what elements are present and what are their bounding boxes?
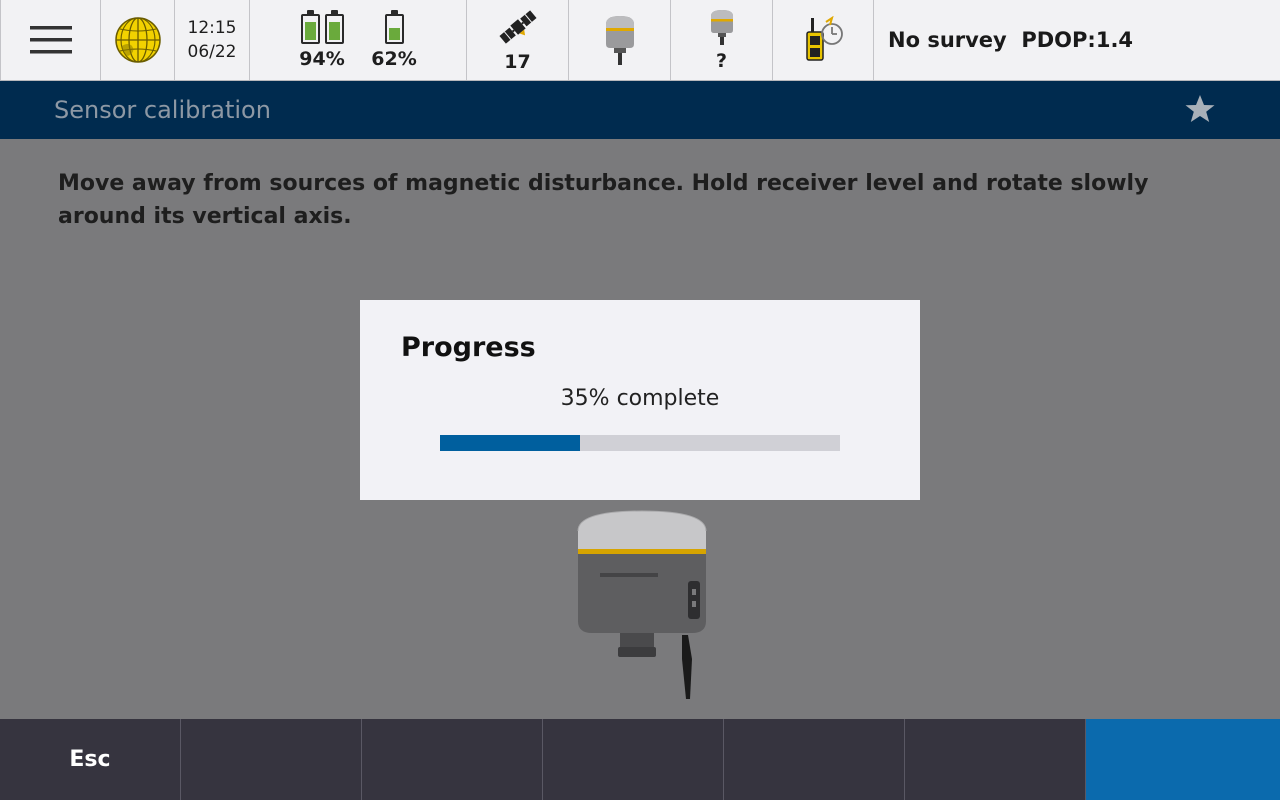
receiver2-button[interactable]: ? bbox=[671, 0, 773, 80]
menu-button[interactable] bbox=[0, 0, 101, 80]
status-bar: 12:15 06/22 94% 62% 17 ? No survey PDOP:… bbox=[0, 0, 1280, 81]
softkey-4[interactable] bbox=[543, 719, 724, 800]
softkey-bar: Esc bbox=[0, 719, 1280, 800]
battery-icon bbox=[300, 10, 320, 44]
satellite-icon bbox=[498, 10, 537, 44]
gnss-receiver-icon bbox=[710, 10, 733, 45]
battery-icon bbox=[324, 10, 344, 44]
calibration-panel: Move away from sources of magnetic distu… bbox=[0, 139, 1280, 719]
controller-battery: 94% bbox=[286, 10, 358, 70]
receiver2-status: ? bbox=[715, 50, 728, 72]
gnss-receiver-image bbox=[577, 510, 707, 699]
survey-status-text: No survey PDOP:1.4 bbox=[888, 28, 1134, 52]
controller-button[interactable] bbox=[773, 0, 874, 80]
receiver-battery-percent: 62% bbox=[371, 48, 417, 70]
star-icon[interactable] bbox=[1184, 93, 1216, 125]
page-title: Sensor calibration bbox=[54, 96, 271, 124]
instructions-text: Move away from sources of magnetic distu… bbox=[58, 171, 1149, 229]
esc-button[interactable]: Esc bbox=[0, 719, 181, 800]
dialog-title: Progress bbox=[401, 332, 536, 363]
satellite-count: 17 bbox=[504, 51, 531, 73]
softkey-3[interactable] bbox=[362, 719, 543, 800]
satellites-button[interactable]: 17 bbox=[467, 0, 569, 80]
progress-bar bbox=[440, 435, 840, 451]
battery-icon bbox=[384, 10, 404, 44]
survey-status-button[interactable]: No survey PDOP:1.4 bbox=[874, 0, 1280, 80]
softkey-2[interactable] bbox=[181, 719, 362, 800]
date-text: 06/22 bbox=[187, 42, 237, 62]
progress-bar-fill bbox=[440, 435, 580, 451]
hamburger-menu-icon bbox=[29, 26, 72, 54]
receiver-battery: 62% bbox=[358, 10, 430, 70]
softkey-6[interactable] bbox=[905, 719, 1086, 800]
controller-battery-percent: 94% bbox=[299, 48, 345, 70]
globe-icon bbox=[114, 17, 161, 63]
controller-icon bbox=[806, 16, 843, 61]
progress-text: 35% complete bbox=[560, 386, 720, 411]
receiver-button[interactable] bbox=[569, 0, 671, 80]
time-text: 12:15 bbox=[187, 18, 237, 38]
gnss-receiver-icon bbox=[605, 16, 634, 65]
title-bar: Sensor calibration bbox=[0, 81, 1280, 139]
softkey-accept[interactable] bbox=[1086, 719, 1280, 800]
time-date-display[interactable]: 12:15 06/22 bbox=[175, 0, 250, 80]
softkey-5[interactable] bbox=[724, 719, 905, 800]
battery-status[interactable]: 94% 62% bbox=[250, 0, 467, 80]
coordinate-system-button[interactable] bbox=[101, 0, 175, 80]
progress-dialog: Progress 35% complete bbox=[360, 300, 920, 500]
